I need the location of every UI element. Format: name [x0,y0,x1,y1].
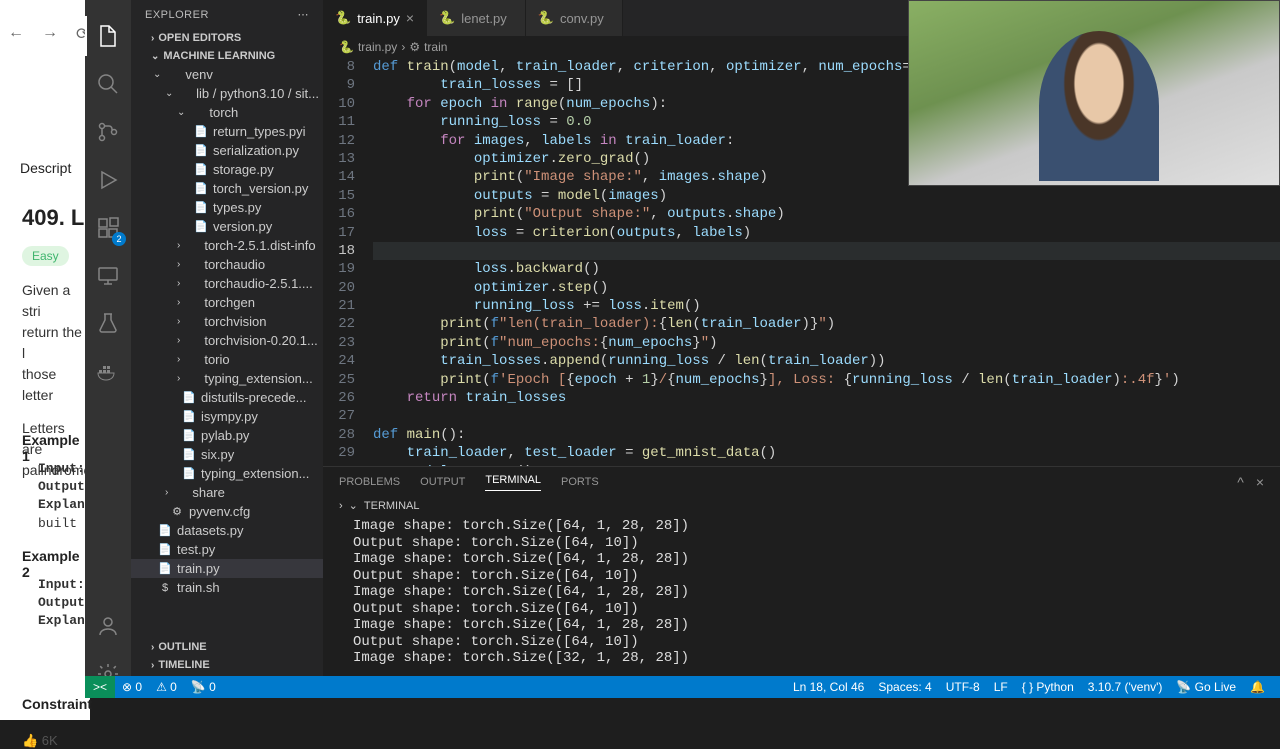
file-tree-item[interactable]: $train.sh [131,578,323,597]
explorer-sidebar: EXPLORER ⋯ ›OPEN EDITORS ⌄MACHINE LEARNI… [131,0,323,676]
browser-back-icon[interactable]: ← [8,24,24,44]
status-eol[interactable]: LF [987,680,1015,694]
file-tree-item[interactable]: 📄test.py [131,540,323,559]
file-tree-item[interactable]: ⌄torch [131,103,323,122]
file-tree-item[interactable]: 📄six.py [131,445,323,464]
activity-bar: 2 1 [85,0,131,698]
leetcode-panel: Descript 409. L Easy Given a stri return… [0,60,90,720]
status-language[interactable]: { } Python [1015,680,1081,694]
file-tree-item[interactable]: 📄typing_extension... [131,464,323,483]
line-gutter: 8910111213141516171819202122232425262728… [323,58,373,499]
leetcode-difficulty-badge: Easy [22,246,69,266]
panel-close-icon[interactable]: × [1256,474,1264,490]
file-tree-item[interactable]: ›torchvision [131,312,323,331]
status-cursor-position[interactable]: Ln 18, Col 46 [786,680,871,694]
editor-tab[interactable]: 🐍lenet.py [427,0,526,36]
terminal-header[interactable]: › ⌄ TERMINAL [323,497,1280,514]
file-tree-item[interactable]: 📄distutils-precede... [131,388,323,407]
leetcode-constraints-heading: Constraint [22,696,92,712]
file-tree-item[interactable]: 📄serialization.py [131,141,323,160]
status-bell-icon[interactable]: 🔔 [1243,680,1272,694]
leetcode-likes[interactable]: 👍 6K [22,733,58,749]
webcam-overlay [908,0,1280,186]
docker-icon[interactable] [94,358,122,386]
panel-maximize-icon[interactable]: ^ [1237,474,1244,490]
chevron-right-icon: › [339,500,343,512]
status-warnings[interactable]: ⚠ 0 [149,680,184,694]
panel-tab-output[interactable]: OUTPUT [420,476,465,488]
file-tree-item[interactable]: ⌄lib / python3.10 / sit... [131,84,323,103]
chevron-right-icon: › [401,40,405,54]
file-tree: ⌄venv⌄lib / python3.10 / sit...⌄torch📄re… [131,65,323,597]
run-debug-icon[interactable] [94,166,122,194]
outline-section[interactable]: ›OUTLINE [131,638,323,656]
leetcode-problem-title: 409. L [22,205,84,231]
file-tree-item[interactable]: 📄datasets.py [131,521,323,540]
timeline-section[interactable]: ›TIMELINE [131,656,323,674]
panel-tab-ports[interactable]: PORTS [561,476,599,488]
file-tree-item[interactable]: ›torchaudio-2.5.1.... [131,274,323,293]
file-tree-item[interactable]: ›torchaudio [131,255,323,274]
file-tree-item[interactable]: 📄torch_version.py [131,179,323,198]
file-tree-item[interactable]: ›torchvision-0.20.1... [131,331,323,350]
file-tree-item[interactable]: ›typing_extension... [131,369,323,388]
bottom-panel: PROBLEMS OUTPUT TERMINAL PORTS ^ × › ⌄ T… [323,466,1280,676]
browser-nav: ← → ⟳ [8,24,89,44]
terminal-output[interactable]: Image shape: torch.Size([64, 1, 28, 28])… [323,514,1280,671]
search-icon[interactable] [94,70,122,98]
testing-icon[interactable] [94,310,122,338]
remote-icon[interactable] [94,262,122,290]
sidebar-more-icon[interactable]: ⋯ [298,8,310,21]
breadcrumb-symbol: train [424,40,447,54]
leetcode-tab-description[interactable]: Descript [20,160,71,176]
explorer-icon[interactable] [94,22,122,50]
sidebar-title: EXPLORER ⋯ [131,0,323,29]
file-tree-item[interactable]: 📄pylab.py [131,426,323,445]
source-control-icon[interactable] [94,118,122,146]
breadcrumb-file: train.py [358,40,397,54]
chevron-down-icon: ⌄ [349,499,358,512]
panel-tab-problems[interactable]: PROBLEMS [339,476,400,488]
status-remote[interactable]: >< [85,676,115,698]
panel-tabs: PROBLEMS OUTPUT TERMINAL PORTS ^ × [323,467,1280,497]
breadcrumb-file-icon: 🐍 [339,40,354,54]
file-tree-item[interactable]: ›torch-2.5.1.dist-info [131,236,323,255]
file-tree-item[interactable]: 📄types.py [131,198,323,217]
status-ports[interactable]: 📡 0 [184,680,223,694]
open-editors-section[interactable]: ›OPEN EDITORS [131,29,323,47]
file-tree-item[interactable]: 📄version.py [131,217,323,236]
file-tree-item[interactable]: ›torio [131,350,323,369]
status-bar: >< ⊗ 0 ⚠ 0 📡 0 Ln 18, Col 46 Spaces: 4 U… [85,676,1280,698]
extensions-icon[interactable]: 2 [94,214,122,242]
breadcrumb-symbol-icon: ⚙ [409,40,420,54]
status-golive[interactable]: 📡 Go Live [1169,680,1243,694]
browser-forward-icon[interactable]: → [42,24,58,44]
file-tree-item[interactable]: 📄storage.py [131,160,323,179]
status-indentation[interactable]: Spaces: 4 [871,680,938,694]
status-interpreter[interactable]: 3.10.7 ('venv') [1081,680,1170,694]
file-tree-item[interactable]: 📄train.py [131,559,323,578]
extensions-badge: 2 [112,232,126,246]
panel-tab-terminal[interactable]: TERMINAL [485,474,541,491]
file-tree-item[interactable]: ⌄venv [131,65,323,84]
file-tree-item[interactable]: ›share [131,483,323,502]
file-tree-item[interactable]: 📄isympy.py [131,407,323,426]
file-tree-item[interactable]: ⚙pyvenv.cfg [131,502,323,521]
file-tree-item[interactable]: ›torchgen [131,293,323,312]
project-section[interactable]: ⌄MACHINE LEARNING [131,47,323,65]
file-tree-item[interactable]: 📄return_types.pyi [131,122,323,141]
account-icon[interactable] [94,612,122,640]
status-encoding[interactable]: UTF-8 [939,680,987,694]
status-errors[interactable]: ⊗ 0 [115,680,149,694]
editor-tab[interactable]: 🐍conv.py [526,0,623,36]
editor-tab[interactable]: 🐍train.py× [323,0,427,36]
